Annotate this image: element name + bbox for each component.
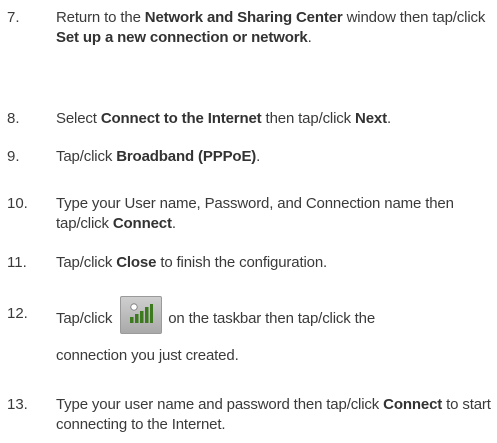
bold-term: Connect [112,215,172,232]
bold-term: Connect [383,396,443,413]
step-text: Select Connect to the Internet then tap/… [56,110,391,127]
step-text: Tap/click Close to finish the configurat… [56,254,328,271]
bold-term: Broadband (PPPoE) [116,148,257,165]
step-12: 12. Tap/click on the taskbar then tap/cl… [0,296,497,366]
step-number: 10. [7,195,28,212]
step-7: 7. Return to the Network and Sharing Cen… [0,8,497,48]
step-text-continued: connection you just created. [56,347,239,364]
step-text: Type your user name and password then ta… [56,396,491,433]
step-text: Tap/click on the taskbar then tap/click … [56,296,497,366]
step-number: 13. [7,396,28,413]
step-8: 8. Select Connect to the Internet then t… [0,109,497,129]
step-11: 11. Tap/click Close to finish the config… [0,253,497,273]
step-number: 11. [7,254,27,271]
step-10: 10. Type your User name, Password, and C… [0,194,497,234]
step-number: 9. [7,148,20,165]
bold-term: Set up a new connection or network [56,29,308,46]
step-text: Tap/click Broadband (PPPoE). [56,148,261,165]
step-number: 8. [7,110,20,127]
step-13: 13. Type your user name and password the… [0,395,497,435]
step-number: 7. [7,9,20,26]
bold-term: Connect to the Internet [100,110,262,127]
bold-term: Network and Sharing Center [144,9,343,26]
step-number: 12. [7,305,28,322]
network-signal-icon [120,296,163,334]
bold-term: Next [355,110,387,127]
step-text: Type your User name, Password, and Conne… [56,195,454,232]
bold-term: Close [116,254,157,271]
step-9: 9. Tap/click Broadband (PPPoE). [0,147,497,167]
step-text: Return to the Network and Sharing Center… [56,9,486,46]
